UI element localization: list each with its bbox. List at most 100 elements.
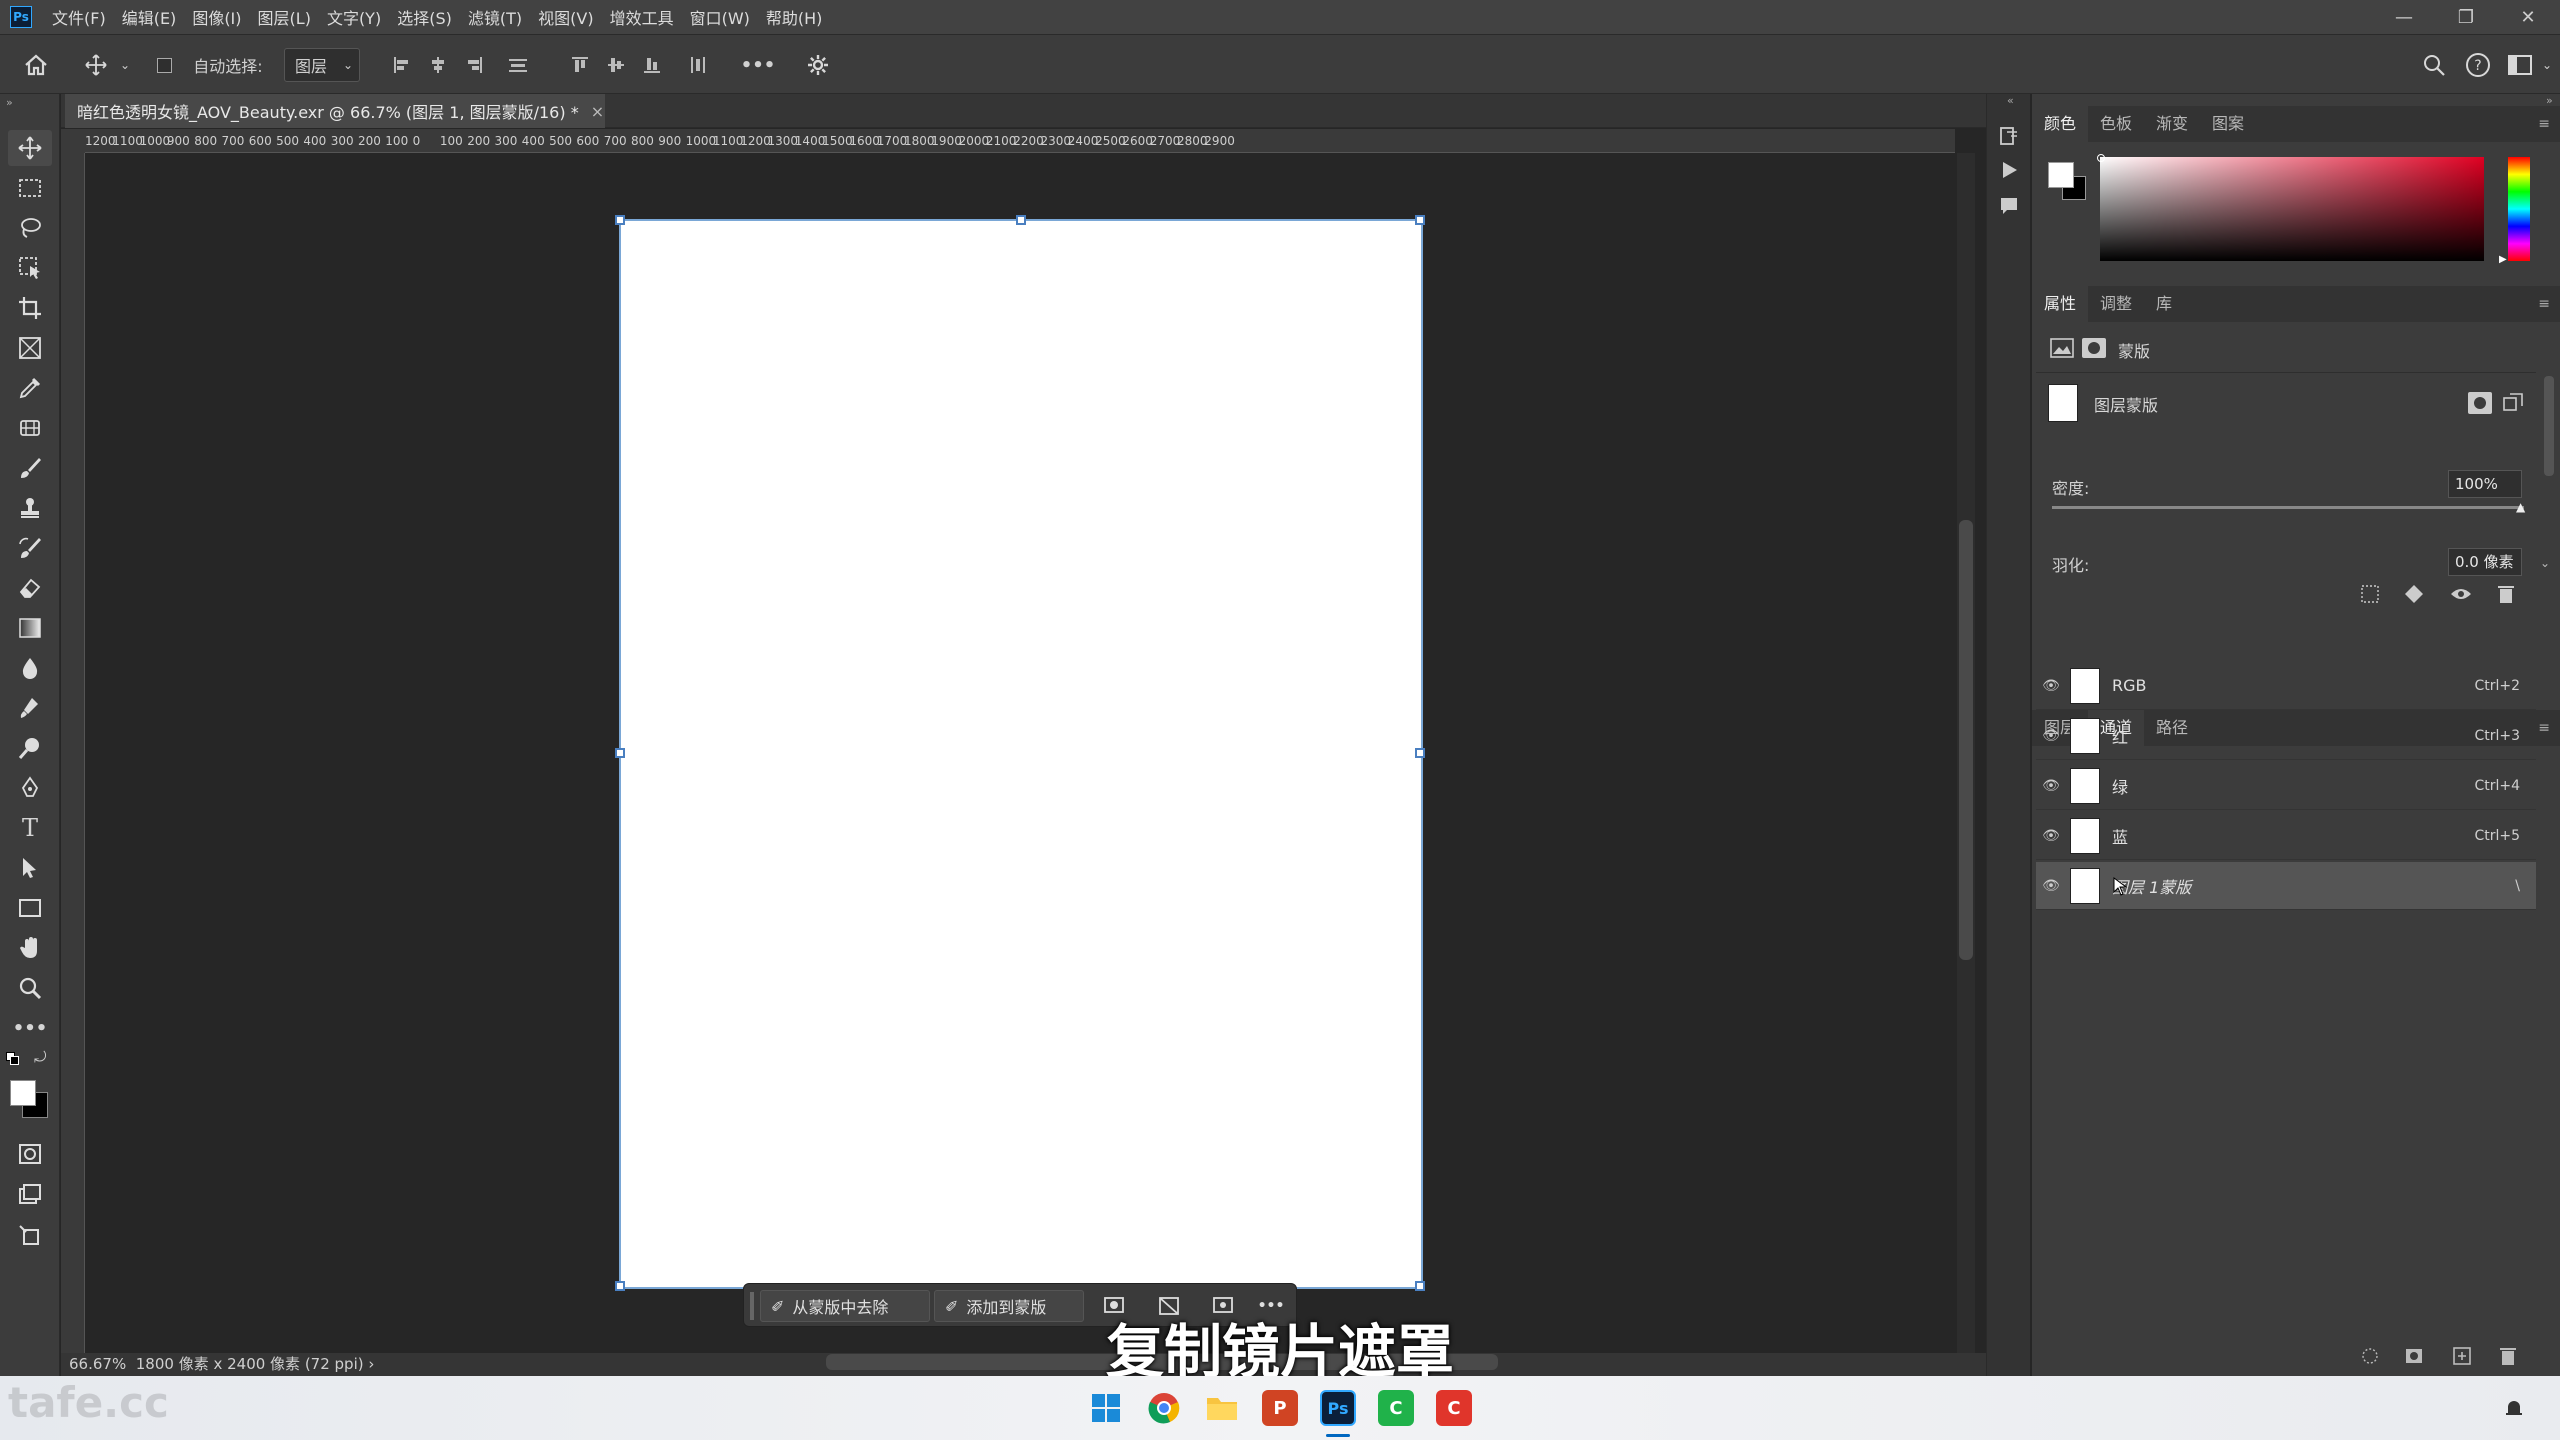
eye-icon[interactable]: 👁	[2036, 878, 2066, 894]
foreground-color-swatch[interactable]	[2048, 162, 2074, 188]
chevron-down-icon[interactable]: ⌄	[2540, 48, 2554, 82]
channel-row[interactable]: 👁 RGB Ctrl+2	[2036, 662, 2536, 710]
vector-mask-icon[interactable]	[2502, 392, 2526, 414]
panel-menu-icon[interactable]: ≡	[2538, 296, 2550, 312]
chrome-icon[interactable]	[1146, 1390, 1182, 1426]
pixel-mask-icon[interactable]	[2050, 338, 2074, 358]
panel-color-swatches[interactable]	[2048, 162, 2088, 206]
gradient-tool-icon[interactable]	[8, 610, 52, 646]
eraser-tool-icon[interactable]	[8, 570, 52, 606]
eye-icon[interactable]: 👁	[2036, 778, 2066, 794]
search-icon[interactable]	[2416, 48, 2452, 82]
eye-icon[interactable]: 👁	[2036, 678, 2066, 694]
color-swatches[interactable]	[10, 1080, 50, 1120]
trash-icon[interactable]	[2496, 584, 2516, 604]
home-icon[interactable]	[18, 48, 54, 82]
blur-tool-icon[interactable]	[8, 650, 52, 686]
expand-panel-icon[interactable]: »	[6, 96, 13, 109]
transform-handle[interactable]	[1415, 1281, 1425, 1291]
chevron-down-icon[interactable]: ⌄	[118, 48, 132, 82]
align-bottom-icon[interactable]	[638, 48, 666, 82]
frame-tool-icon[interactable]	[8, 330, 52, 366]
quick-mask-icon[interactable]	[8, 1136, 52, 1172]
auto-select-target-dropdown[interactable]: 图层 ⌄	[284, 48, 360, 82]
comments-icon[interactable]	[1999, 196, 2019, 220]
windows-start-icon[interactable]	[1088, 1390, 1124, 1426]
layer-mask-icon[interactable]	[2082, 338, 2106, 358]
transform-handle[interactable]	[615, 1281, 625, 1291]
align-top-icon[interactable]	[566, 48, 594, 82]
menu-file[interactable]: 文件(F)	[44, 5, 114, 29]
smudge-tool-icon[interactable]	[8, 690, 52, 726]
menu-layer[interactable]: 图层(L)	[250, 5, 319, 29]
channel-row[interactable]: 👁 绿 Ctrl+4	[2036, 762, 2536, 810]
align-left-icon[interactable]	[388, 48, 416, 82]
menu-type[interactable]: 文字(Y)	[319, 5, 389, 29]
hue-slider-marker[interactable]: ▶	[2499, 254, 2507, 265]
minimize-button[interactable]: —	[2374, 0, 2434, 34]
transform-handle[interactable]	[1016, 215, 1026, 225]
tab-libraries[interactable]: 库	[2144, 286, 2184, 322]
density-input[interactable]: 100%	[2448, 470, 2522, 498]
transform-handle[interactable]	[1415, 748, 1425, 758]
document-tab[interactable]: 暗红色透明女镜_AOV_Beauty.exr @ 66.7% (图层 1, 图层…	[65, 94, 605, 128]
crop-tool-icon[interactable]	[8, 290, 52, 326]
transform-handle[interactable]	[1415, 215, 1425, 225]
type-tool-icon[interactable]: T	[8, 810, 52, 846]
density-slider[interactable]: ▲	[2052, 500, 2525, 514]
powerpoint-icon[interactable]: P	[1262, 1390, 1298, 1426]
restore-button[interactable]: ❐	[2436, 0, 2496, 34]
screen-mode-icon[interactable]	[8, 1176, 52, 1212]
notification-icon[interactable]	[2504, 1398, 2524, 1418]
status-menu-arrow[interactable]: ›	[368, 1355, 374, 1373]
panel-menu-icon[interactable]: ≡	[2538, 116, 2550, 132]
zoom-tool-icon[interactable]	[8, 970, 52, 1006]
tab-swatches[interactable]: 色板	[2088, 106, 2144, 142]
document-canvas[interactable]	[615, 215, 1425, 1291]
color-picker-field[interactable]	[2097, 154, 2484, 261]
gear-icon[interactable]	[800, 48, 836, 82]
channel-row-selected[interactable]: 👁 图层 1蒙版 \	[2036, 862, 2536, 910]
app-red-icon[interactable]: C	[1436, 1390, 1472, 1426]
drag-handle[interactable]	[750, 1292, 754, 1320]
menu-window[interactable]: 窗口(W)	[682, 5, 758, 29]
history-panel-icon[interactable]	[1997, 124, 2021, 152]
close-window-button[interactable]: ✕	[2498, 0, 2558, 34]
vertical-scrollbar-thumb[interactable]	[1959, 520, 1973, 960]
foreground-color-swatch[interactable]	[10, 1080, 36, 1106]
tab-patterns[interactable]: 图案	[2200, 106, 2256, 142]
tab-color[interactable]: 颜色	[2032, 106, 2089, 142]
spot-healing-tool-icon[interactable]	[8, 410, 52, 446]
distribute-horizontal-icon[interactable]	[684, 48, 712, 82]
new-channel-icon[interactable]	[2452, 1346, 2472, 1366]
transform-handle[interactable]	[615, 215, 625, 225]
move-tool-icon[interactable]	[8, 130, 52, 166]
properties-scrollbar[interactable]	[2544, 376, 2554, 476]
distribute-vertical-icon[interactable]	[504, 48, 532, 82]
chevron-down-icon[interactable]: ⌄	[2540, 556, 2550, 570]
menu-view[interactable]: 视图(V)	[530, 5, 601, 29]
artboard-icon[interactable]	[8, 1218, 52, 1254]
collapse-panel-icon[interactable]: «	[2007, 94, 2014, 107]
zoom-level[interactable]: 66.67%	[69, 1355, 126, 1373]
load-channel-selection-icon[interactable]	[2360, 1346, 2380, 1366]
apply-mask-diamond-icon[interactable]	[2404, 584, 2424, 604]
density-slider-thumb[interactable]: ▲	[2516, 500, 2525, 514]
path-selection-tool-icon[interactable]	[8, 850, 52, 886]
eye-icon[interactable]: 👁	[2036, 728, 2066, 744]
help-icon[interactable]: ?	[2460, 48, 2496, 82]
eye-icon[interactable]	[2450, 584, 2472, 604]
more-options-icon[interactable]: •••	[740, 48, 776, 82]
edit-toolbar-icon[interactable]: •••	[8, 1010, 52, 1046]
play-actions-icon[interactable]	[1999, 160, 2019, 184]
clone-stamp-tool-icon[interactable]	[8, 490, 52, 526]
move-tool-preset-icon[interactable]	[78, 48, 114, 82]
panel-menu-icon[interactable]: ≡	[2538, 720, 2550, 736]
color-picker-cursor[interactable]	[2097, 154, 2105, 162]
auto-select-checkbox[interactable]	[154, 48, 174, 82]
delete-channel-icon[interactable]	[2498, 1346, 2518, 1366]
tab-gradients[interactable]: 渐变	[2144, 106, 2200, 142]
channel-row[interactable]: 👁 红 Ctrl+3	[2036, 712, 2536, 760]
menu-filter[interactable]: 滤镜(T)	[460, 5, 530, 29]
brush-tool-icon[interactable]	[8, 450, 52, 486]
